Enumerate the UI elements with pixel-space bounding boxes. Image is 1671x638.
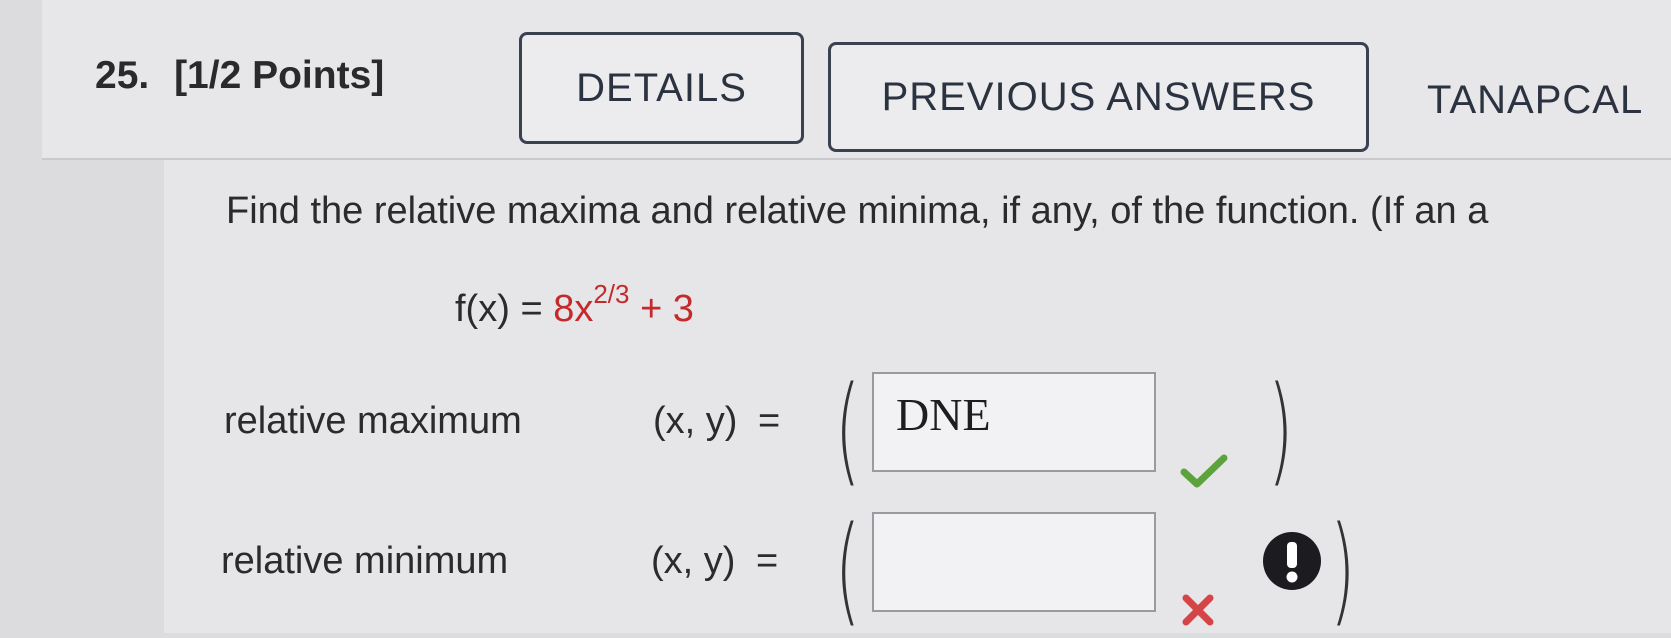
function-expression: f(x) = 8x2/3 + 3 bbox=[455, 281, 694, 331]
previous-answers-button[interactable]: PREVIOUS ANSWERS bbox=[828, 42, 1369, 152]
function-lhs: f(x) bbox=[455, 288, 510, 330]
close-paren: ) bbox=[1330, 500, 1356, 638]
problem-instruction: Find the relative maxima and relative mi… bbox=[226, 190, 1489, 232]
source-label: TANAPCAL bbox=[1427, 78, 1644, 122]
xy-equals: = bbox=[756, 540, 779, 582]
function-coefficient: 8x bbox=[553, 288, 594, 330]
check-icon bbox=[1180, 454, 1228, 488]
question-title: 25. [1/2 Points] bbox=[95, 54, 384, 98]
relative-minimum-xy: (x, y) = bbox=[651, 540, 778, 583]
relative-minimum-input[interactable] bbox=[872, 512, 1156, 612]
xy-equals: = bbox=[758, 400, 781, 442]
function-constant: + 3 bbox=[640, 288, 694, 330]
function-equals: = bbox=[520, 288, 543, 330]
xy-label: (x, y) bbox=[653, 400, 738, 442]
question-points: [1/2 Points] bbox=[174, 54, 385, 97]
open-paren: ( bbox=[835, 360, 861, 498]
open-paren: ( bbox=[835, 500, 861, 638]
relative-minimum-label: relative minimum bbox=[221, 540, 509, 582]
relative-maximum-xy: (x, y) = bbox=[653, 400, 780, 443]
relative-maximum-value: DNE bbox=[896, 389, 991, 440]
question-number: 25. bbox=[95, 54, 150, 97]
relative-maximum-input[interactable]: DNE bbox=[872, 372, 1156, 472]
exclamation-icon[interactable] bbox=[1262, 531, 1322, 591]
details-button[interactable]: DETAILS bbox=[519, 32, 804, 144]
close-paren: ) bbox=[1268, 360, 1294, 498]
x-icon bbox=[1182, 594, 1214, 626]
relative-maximum-label: relative maximum bbox=[224, 400, 522, 442]
function-exponent: 2/3 bbox=[593, 279, 630, 309]
xy-label: (x, y) bbox=[651, 540, 736, 582]
